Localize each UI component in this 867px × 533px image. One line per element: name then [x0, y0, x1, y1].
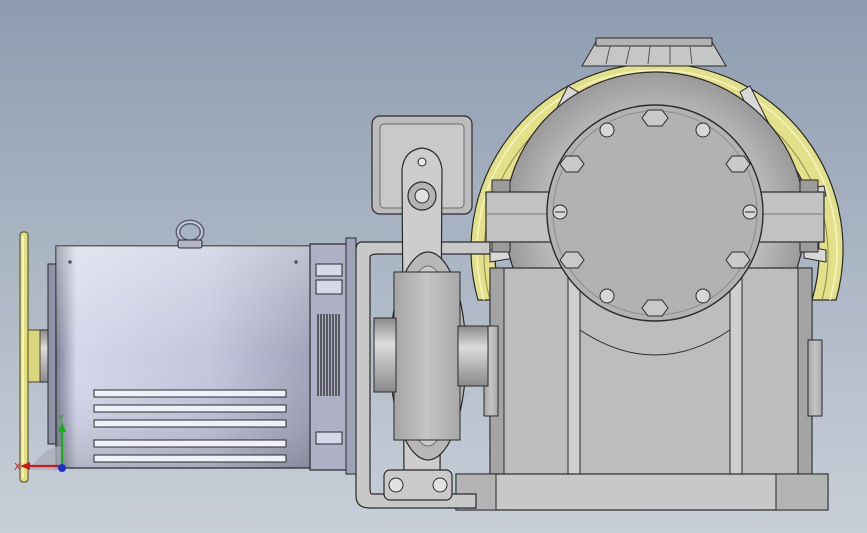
traction-machine-model: Y X: [14, 37, 844, 511]
drum-brake[interactable]: [355, 115, 491, 509]
electric-motor[interactable]: [39, 237, 357, 475]
x-axis-label: X: [14, 462, 21, 473]
yellow-handwheel[interactable]: [19, 231, 41, 483]
z-axis-dot: [58, 464, 66, 472]
cad-viewport[interactable]: Y X: [0, 0, 867, 533]
y-axis-label: Y: [57, 414, 65, 425]
sheave-top-clamp: [581, 37, 727, 67]
sheave-hub-flange[interactable]: [546, 104, 764, 322]
lifting-eyebolt: [175, 219, 205, 249]
